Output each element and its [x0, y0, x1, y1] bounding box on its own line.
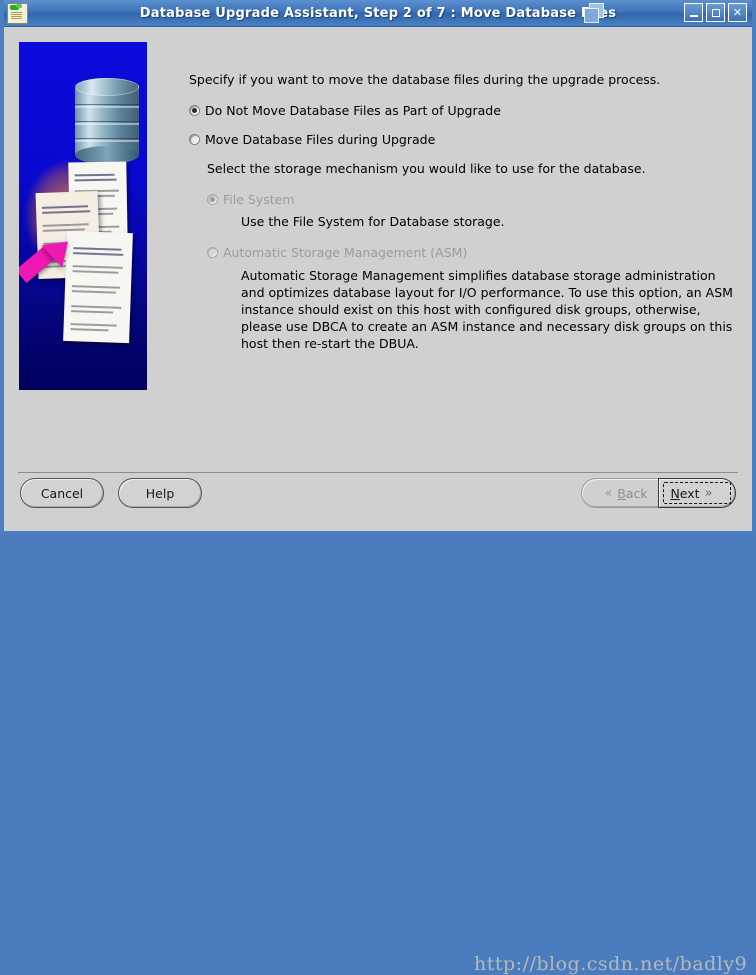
file-system-description: Use the File System for Database storage… — [241, 214, 505, 230]
dialog-footer: Cancel Help « Back Next » http://blog.cs… — [4, 455, 752, 975]
window-controls: ✕ — [684, 3, 747, 22]
navigation-buttons: « Back Next » — [581, 478, 736, 508]
stacked-windows-icon — [584, 3, 606, 23]
radio-move-files[interactable] — [189, 133, 200, 145]
window-title: Database Upgrade Assistant, Step 2 of 7 … — [139, 5, 617, 21]
close-button[interactable]: ✕ — [728, 3, 747, 22]
back-button-label: Back — [617, 485, 648, 501]
intro-text: Specify if you want to move the database… — [189, 72, 661, 87]
option-file-system: File System — [207, 192, 742, 209]
option-move-files-label: Move Database Files during Upgrade — [205, 131, 436, 147]
chevron-right-icon: » — [704, 485, 713, 501]
asm-description: Automatic Storage Management simplifies … — [241, 268, 733, 351]
option-asm: Automatic Storage Management (ASM) — [207, 245, 742, 262]
dialog-content: Specify if you want to move the database… — [4, 27, 752, 455]
radio-asm — [207, 247, 218, 259]
radio-file-system — [207, 193, 218, 205]
cancel-button[interactable]: Cancel — [20, 478, 104, 508]
minimize-button[interactable] — [684, 3, 703, 22]
storage-section: Select the storage mechanism you would l… — [207, 161, 742, 353]
app-icon — [7, 2, 28, 24]
next-button-label: Next — [670, 485, 700, 501]
options-pane: Specify if you want to move the database… — [147, 27, 752, 455]
option-do-not-move-label: Do Not Move Database Files as Part of Up… — [205, 102, 501, 118]
option-move-files[interactable]: Move Database Files during Upgrade — [189, 132, 742, 149]
title-bar[interactable]: Database Upgrade Assistant, Step 2 of 7 … — [4, 0, 752, 27]
maximize-button[interactable] — [706, 3, 725, 22]
upgrade-arrow-icon — [19, 230, 85, 298]
help-button[interactable]: Help — [118, 478, 202, 508]
option-file-system-label: File System — [223, 191, 295, 207]
next-button[interactable]: Next » — [658, 478, 736, 508]
chevron-left-icon: « — [604, 485, 613, 501]
dialog-window: Database Upgrade Assistant, Step 2 of 7 … — [0, 0, 756, 975]
option-do-not-move[interactable]: Do Not Move Database Files as Part of Up… — [189, 103, 742, 120]
watermark-text: http://blog.csdn.net/badly9 — [474, 953, 748, 975]
database-cylinder-icon — [75, 78, 139, 164]
footer-divider — [18, 472, 738, 473]
back-button[interactable]: « Back — [581, 478, 659, 508]
option-asm-label: Automatic Storage Management (ASM) — [223, 245, 468, 261]
storage-prompt: Select the storage mechanism you would l… — [207, 160, 646, 176]
database-files-illustration — [19, 42, 147, 390]
radio-do-not-move[interactable] — [189, 104, 200, 116]
